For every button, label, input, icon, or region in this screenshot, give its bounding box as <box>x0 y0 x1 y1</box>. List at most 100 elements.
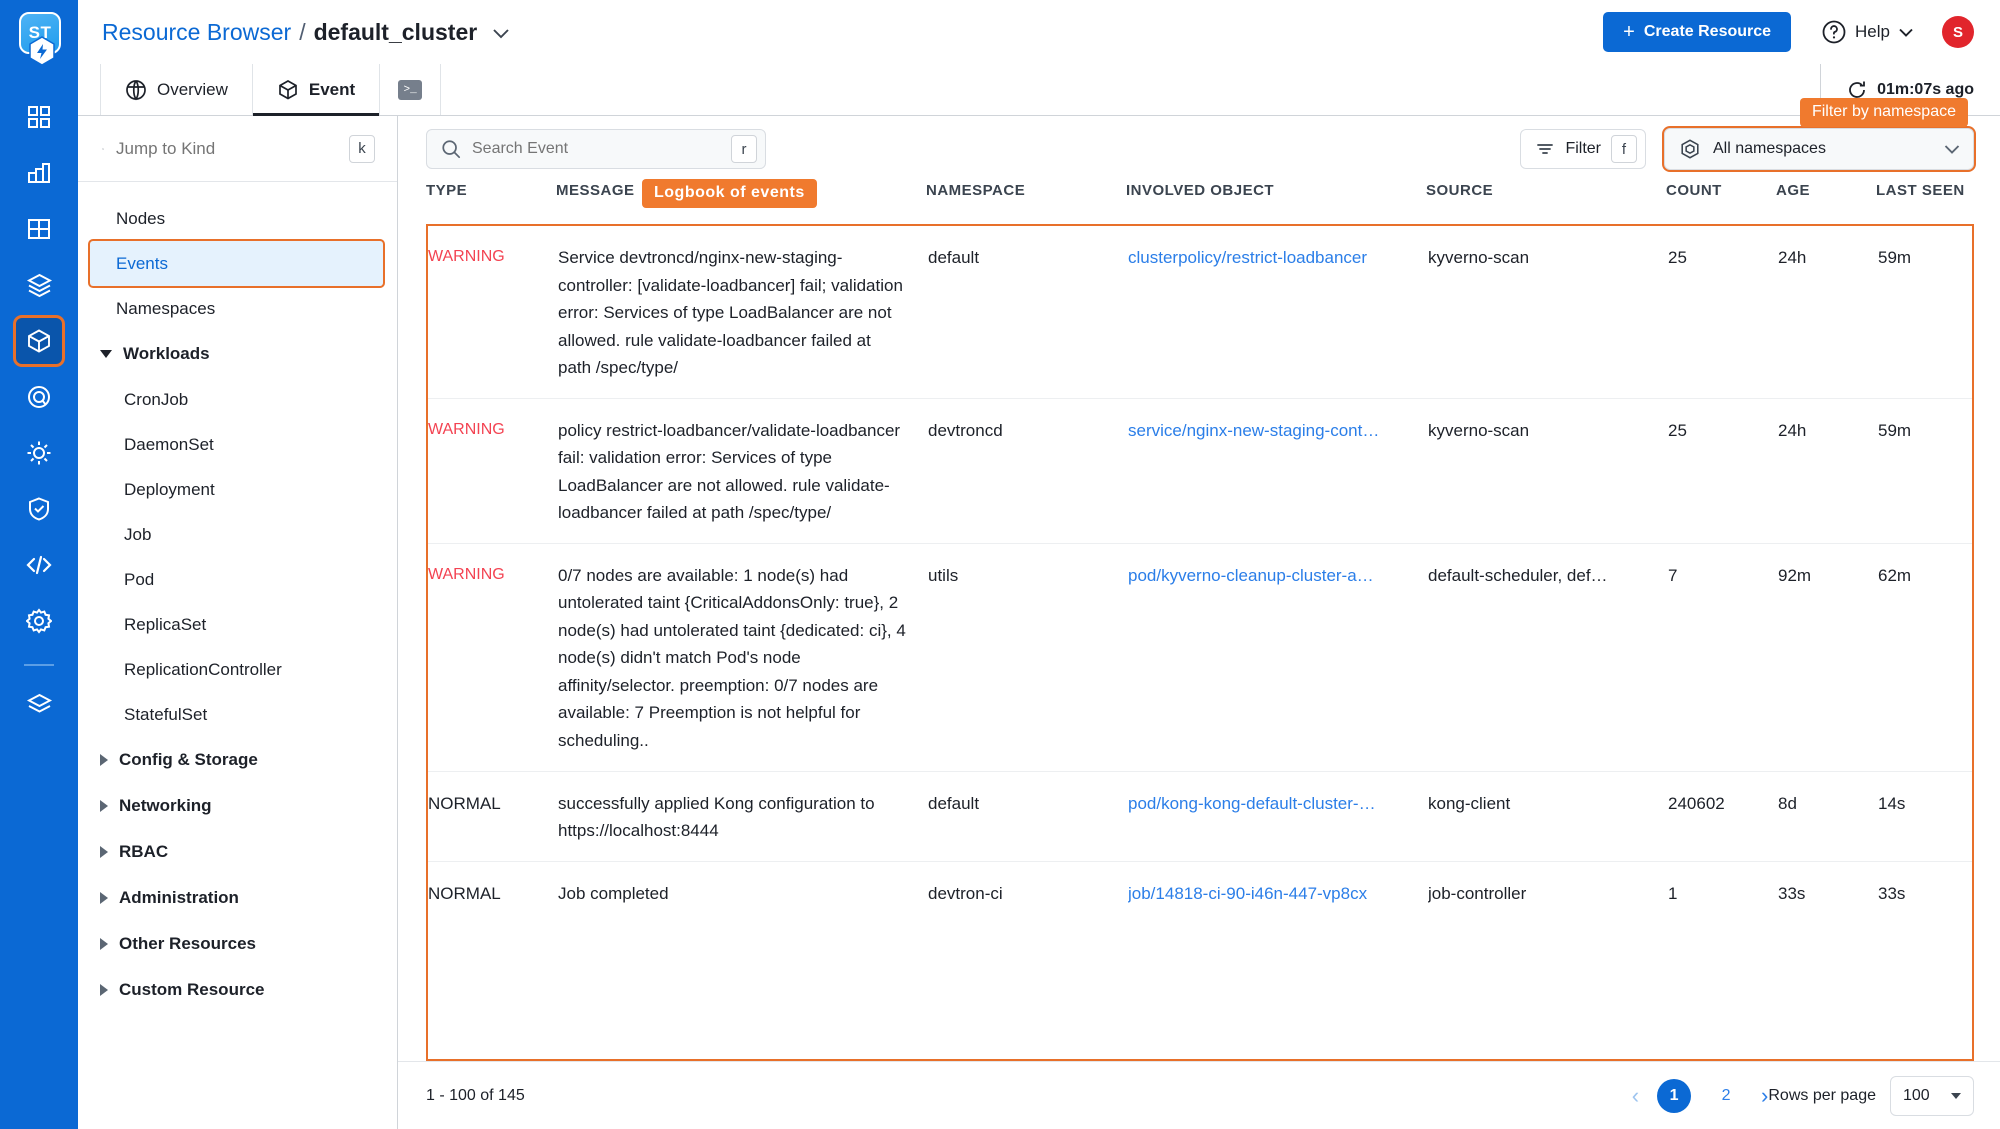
involved-object-link[interactable]: clusterpolicy/restrict-loadbancer <box>1128 244 1412 272</box>
create-resource-label: Create Resource <box>1643 23 1772 40</box>
table-row[interactable]: WARNING Service devtroncd/nginx-new-stag… <box>428 226 1972 399</box>
next-page-button[interactable]: › <box>1761 1084 1768 1107</box>
sidebar-item-replicaset[interactable]: ReplicaSet <box>78 602 397 647</box>
tab-terminal[interactable]: >_ <box>379 64 442 115</box>
rail-item-code[interactable] <box>16 542 62 588</box>
help-menu[interactable]: Help <box>1821 19 1914 45</box>
column-header-namespace[interactable]: NAMESPACE <box>926 182 1126 199</box>
rail-item-security[interactable] <box>16 486 62 532</box>
page-button-2[interactable]: 2 <box>1709 1079 1743 1113</box>
main-area: Resource Browser / default_cluster + Cre… <box>78 0 2000 1129</box>
table-row[interactable]: WARNING 0/7 nodes are available: 1 node(… <box>428 544 1972 772</box>
breadcrumb: Resource Browser / default_cluster <box>102 19 511 46</box>
search-event-input[interactable] <box>472 140 720 158</box>
table-row[interactable]: WARNING policy restrict-loadbancer/valid… <box>428 399 1972 544</box>
sidebar-item-nodes[interactable]: Nodes <box>78 196 397 241</box>
search-event-box[interactable]: r <box>426 129 766 169</box>
shield-check-icon <box>29 497 49 521</box>
terminal-icon: >_ <box>398 79 423 100</box>
filter-button[interactable]: Filter f <box>1520 129 1646 169</box>
column-header-source[interactable]: SOURCE <box>1426 182 1666 199</box>
sidebar-item-cronjob[interactable]: CronJob <box>78 377 397 422</box>
search-icon <box>102 147 104 150</box>
sidebar-item-label: ReplicationController <box>124 659 282 679</box>
tab-overview[interactable]: Overview <box>100 64 253 115</box>
rail-item-jobs[interactable] <box>16 430 62 476</box>
column-header-count[interactable]: COUNT <box>1666 182 1776 199</box>
top-bar: Resource Browser / default_cluster + Cre… <box>78 0 2000 64</box>
cluster-dropdown-button[interactable] <box>491 27 511 45</box>
namespace-value: All namespaces <box>1713 140 1826 157</box>
column-header-involved-object[interactable]: INVOLVED OBJECT <box>1126 182 1426 199</box>
sidebar-item-deployment[interactable]: Deployment <box>78 467 397 512</box>
rail-item-charts[interactable] <box>16 262 62 308</box>
chevron-down-icon <box>493 28 509 38</box>
event-message: Service devtroncd/nginx-new-staging-cont… <box>558 248 903 378</box>
event-namespace: utils <box>928 565 959 585</box>
filter-label: Filter <box>1565 140 1601 157</box>
rail-item-app-groups[interactable] <box>16 206 62 252</box>
kind-sidebar: k Nodes Events Namespaces Workloads <box>78 116 398 1129</box>
rail-item-global-config[interactable] <box>16 598 62 644</box>
rail-item-stack-manager[interactable] <box>16 682 62 728</box>
sidebar-item-job[interactable]: Job <box>78 512 397 557</box>
sidebar-group-rbac[interactable]: RBAC <box>78 829 397 875</box>
column-header-last-seen[interactable]: LAST SEEN <box>1876 182 1986 199</box>
column-header-type[interactable]: TYPE <box>426 182 556 199</box>
rail-item-applications[interactable] <box>16 150 62 196</box>
tabstrip-spacer <box>440 64 1820 115</box>
column-header-age[interactable]: AGE <box>1776 182 1876 199</box>
create-resource-button[interactable]: + Create Resource <box>1603 12 1792 52</box>
prev-page-button[interactable]: ‹ <box>1632 1084 1639 1107</box>
sidebar-group-networking[interactable]: Networking <box>78 783 397 829</box>
page-button-1[interactable]: 1 <box>1657 1078 1692 1113</box>
event-type: NORMAL <box>428 793 501 813</box>
jump-to-kind-input[interactable] <box>116 138 337 159</box>
event-age: 8d <box>1778 793 1797 813</box>
namespace-select[interactable]: All namespaces <box>1664 128 1974 170</box>
event-age: 92m <box>1778 565 1812 585</box>
gear-icon <box>26 608 52 634</box>
rows-per-page-select[interactable]: 100 <box>1890 1075 1974 1116</box>
sidebar-group-config-storage[interactable]: Config & Storage <box>78 737 397 783</box>
involved-object-link[interactable]: service/nginx-new-staging-cont… <box>1128 417 1412 445</box>
event-source: default-scheduler, def… <box>1428 565 1608 585</box>
tab-event[interactable]: Event <box>251 64 381 116</box>
involved-object-link[interactable]: pod/kong-kong-default-cluster-… <box>1128 790 1412 818</box>
event-message: successfully applied Kong configuration … <box>558 793 875 841</box>
chevron-down-icon <box>1951 1092 1961 1099</box>
cube-icon <box>279 79 297 99</box>
breadcrumb-current-cluster: default_cluster <box>313 18 478 45</box>
sidebar-item-statefulset[interactable]: StatefulSet <box>78 692 397 737</box>
involved-object-link[interactable]: pod/kyverno-cleanup-cluster-a… <box>1128 562 1412 590</box>
sidebar-group-administration[interactable]: Administration <box>78 875 397 921</box>
table-row[interactable]: NORMAL successfully applied Kong configu… <box>428 772 1972 862</box>
sidebar-group-label: Administration <box>119 888 239 907</box>
sidebar-item-label: Job <box>124 524 152 544</box>
breadcrumb-root[interactable]: Resource Browser <box>102 19 291 46</box>
sidebar-item-label: Nodes <box>116 208 166 228</box>
sidebar-item-pod[interactable]: Pod <box>78 557 397 602</box>
app-logo[interactable]: ST <box>12 10 66 74</box>
cube-icon <box>28 329 50 353</box>
sidebar-group-workloads[interactable]: Workloads <box>78 331 397 377</box>
sidebar-item-events[interactable]: Events <box>90 241 383 286</box>
kind-list: Nodes Events Namespaces Workloads CronJo… <box>78 182 397 1129</box>
sidebar-item-replicationcontroller[interactable]: ReplicationController <box>78 647 397 692</box>
rail-item-bulk-edit[interactable] <box>16 374 62 420</box>
involved-object-link[interactable]: job/14818-ci-90-i46n-447-vp8cx <box>1128 880 1412 908</box>
tab-overview-label: Overview <box>157 79 228 99</box>
table-row[interactable]: NORMAL Job completed devtron-ci job/1481… <box>428 862 1972 924</box>
jump-to-kind-row: k <box>78 116 397 182</box>
event-message: 0/7 nodes are available: 1 node(s) had u… <box>558 565 906 750</box>
avatar[interactable]: S <box>1942 16 1974 48</box>
rail-item-resource-browser[interactable] <box>16 318 62 364</box>
event-namespace: devtron-ci <box>928 883 1003 903</box>
sidebar-group-custom-resource[interactable]: Custom Resource <box>78 967 397 1013</box>
sidebar-item-daemonset[interactable]: DaemonSet <box>78 422 397 467</box>
sidebar-item-label: CronJob <box>124 389 189 409</box>
rail-item-dashboard[interactable] <box>16 94 62 140</box>
sidebar-group-other-resources[interactable]: Other Resources <box>78 921 397 967</box>
event-last-seen: 14s <box>1878 793 1906 813</box>
sidebar-item-namespaces[interactable]: Namespaces <box>78 286 397 331</box>
